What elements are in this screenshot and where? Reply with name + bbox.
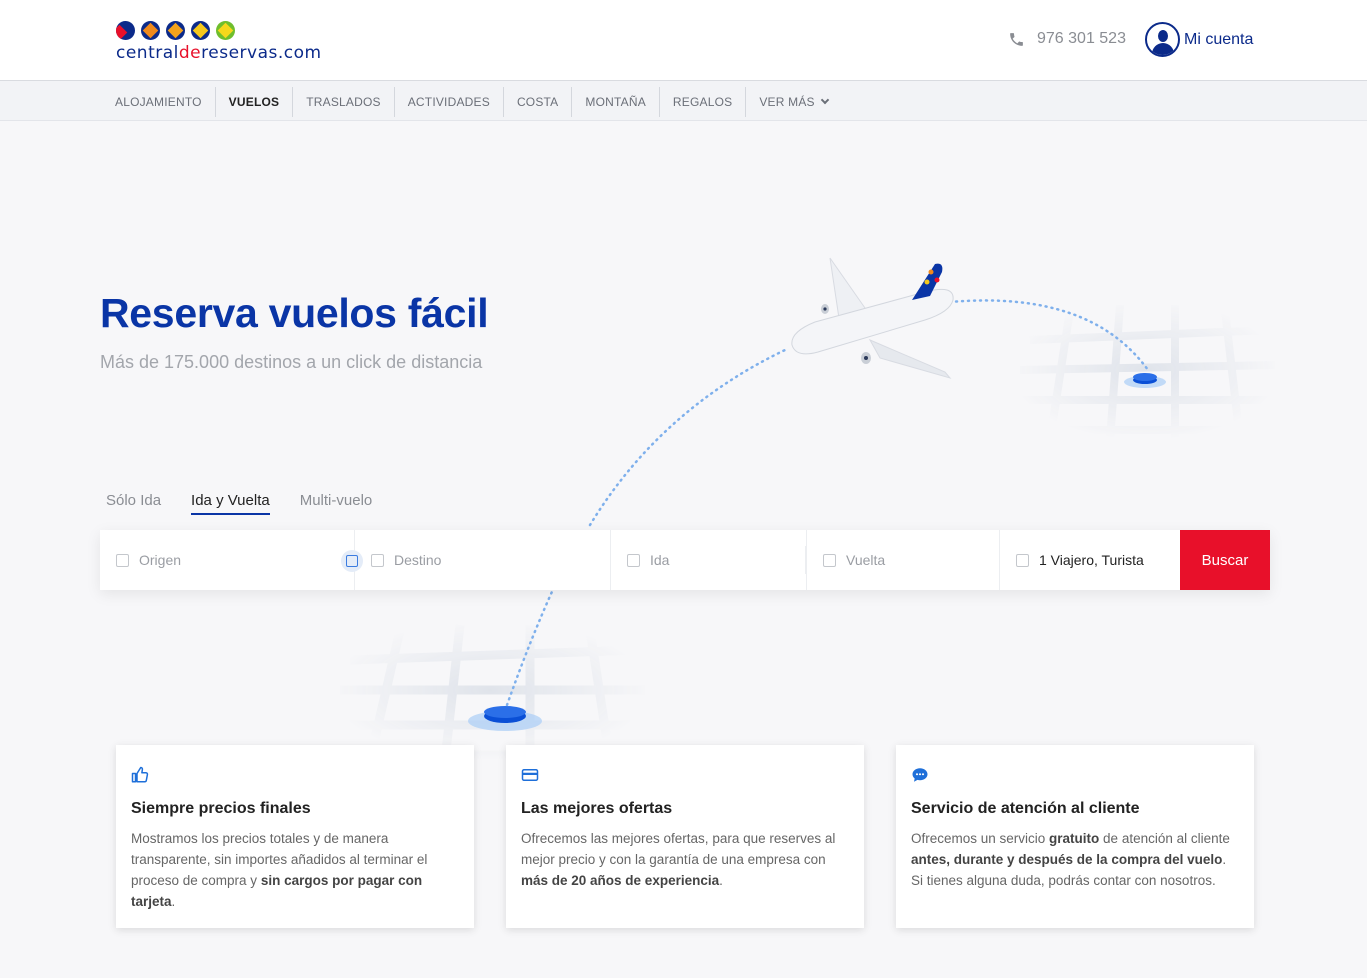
phone-icon bbox=[1010, 32, 1023, 46]
logo-wordmark: centraldereservas.com bbox=[116, 43, 322, 63]
nav-item-regalos[interactable]: REGALOS bbox=[660, 87, 747, 117]
route-dots-end bbox=[948, 299, 1150, 372]
site-logo[interactable]: centraldereservas.com bbox=[116, 20, 322, 63]
nav-item-alojamiento[interactable]: ALOJAMIENTO bbox=[102, 87, 216, 117]
route-dots-upper bbox=[588, 348, 787, 527]
destination-marker bbox=[1124, 373, 1166, 388]
my-account-link[interactable]: Mi cuenta bbox=[1145, 22, 1253, 57]
tab-ida-y-vuelta[interactable]: Ida y Vuelta bbox=[191, 492, 270, 515]
origin-field[interactable]: Origen bbox=[100, 530, 363, 590]
feature-card-offers: Las mejores ofertas Ofrecemos las mejore… bbox=[506, 745, 864, 928]
destination-placeholder: Destino bbox=[394, 552, 442, 568]
nav-item-ver-mas[interactable]: VER MÁS bbox=[746, 87, 840, 117]
top-header: centraldereservas.com 976 301 523 Mi cue… bbox=[0, 0, 1367, 81]
page-subtitle: Más de 175.000 destinos a un click de di… bbox=[100, 352, 483, 372]
feature-text: Ofrecemos las mejores ofertas, para que … bbox=[521, 831, 836, 888]
phone-number: 976 301 523 bbox=[1037, 30, 1126, 47]
page-title: Reserva vuelos fácil bbox=[100, 290, 489, 336]
ver-mas-label: VER MÁS bbox=[759, 95, 815, 109]
passengers-field[interactable]: 1 Viajero, Turista bbox=[1000, 530, 1180, 590]
calendar-icon bbox=[823, 553, 836, 567]
thumbs-up-icon bbox=[131, 766, 459, 784]
calendar-icon bbox=[627, 553, 640, 567]
feature-card-support: Servicio de atención al cliente Ofrecemo… bbox=[896, 745, 1254, 928]
feature-title: Siempre precios finales bbox=[131, 800, 311, 817]
nav-item-montana[interactable]: MONTAÑA bbox=[572, 87, 660, 117]
airplane-icon bbox=[791, 257, 954, 379]
origin-marker bbox=[468, 706, 542, 731]
flight-search-bar: Origen Destino Ida Vuelta 1 Viajero, Tur… bbox=[100, 530, 1270, 590]
credit-card-icon bbox=[521, 766, 849, 784]
tab-solo-ida[interactable]: Sólo Ida bbox=[106, 492, 161, 515]
return-date-placeholder: Vuelta bbox=[846, 552, 886, 568]
origin-grid bbox=[335, 624, 650, 762]
origin-icon bbox=[116, 553, 129, 567]
logo-balls bbox=[116, 20, 322, 40]
trip-type-tabs: Sólo Ida Ida y Vuelta Multi-vuelo bbox=[106, 492, 372, 515]
user-icon bbox=[1145, 22, 1180, 57]
nav-item-actividades[interactable]: ACTIVIDADES bbox=[395, 87, 504, 117]
passengers-value: 1 Viajero, Turista bbox=[1039, 552, 1144, 568]
passenger-icon bbox=[1016, 553, 1029, 567]
nav-item-costa[interactable]: COSTA bbox=[504, 87, 573, 117]
search-button[interactable]: Buscar bbox=[1180, 530, 1270, 590]
return-date-field[interactable]: Vuelta bbox=[806, 530, 1000, 590]
feature-title: Las mejores ofertas bbox=[521, 800, 673, 817]
nav-item-traslados[interactable]: TRASLADOS bbox=[293, 87, 395, 117]
chat-bubble-icon bbox=[911, 766, 1239, 784]
phone-contact[interactable]: 976 301 523 bbox=[1008, 30, 1126, 48]
feature-text: Mostramos los precios totales y de maner… bbox=[131, 831, 428, 909]
departure-date-placeholder: Ida bbox=[650, 552, 670, 568]
feature-title: Servicio de atención al cliente bbox=[911, 800, 1140, 817]
chevron-down-icon bbox=[820, 95, 829, 105]
departure-date-field[interactable]: Ida bbox=[611, 530, 806, 590]
origin-placeholder: Origen bbox=[139, 552, 182, 568]
tab-multi-vuelo[interactable]: Multi-vuelo bbox=[300, 492, 373, 515]
nav-item-vuelos[interactable]: VUELOS bbox=[216, 87, 294, 117]
account-label: Mi cuenta bbox=[1184, 30, 1254, 48]
destination-icon bbox=[371, 553, 384, 567]
feature-card-prices: Siempre precios finales Mostramos los pr… bbox=[116, 745, 474, 928]
feature-text: Ofrecemos un servicio gratuito de atenci… bbox=[911, 831, 1230, 888]
route-dots-lower bbox=[505, 583, 557, 707]
destination-grid bbox=[1015, 304, 1280, 441]
destination-field[interactable]: Destino bbox=[355, 530, 611, 590]
main-nav: ALOJAMIENTO VUELOS TRASLADOS ACTIVIDADES… bbox=[0, 81, 1367, 121]
